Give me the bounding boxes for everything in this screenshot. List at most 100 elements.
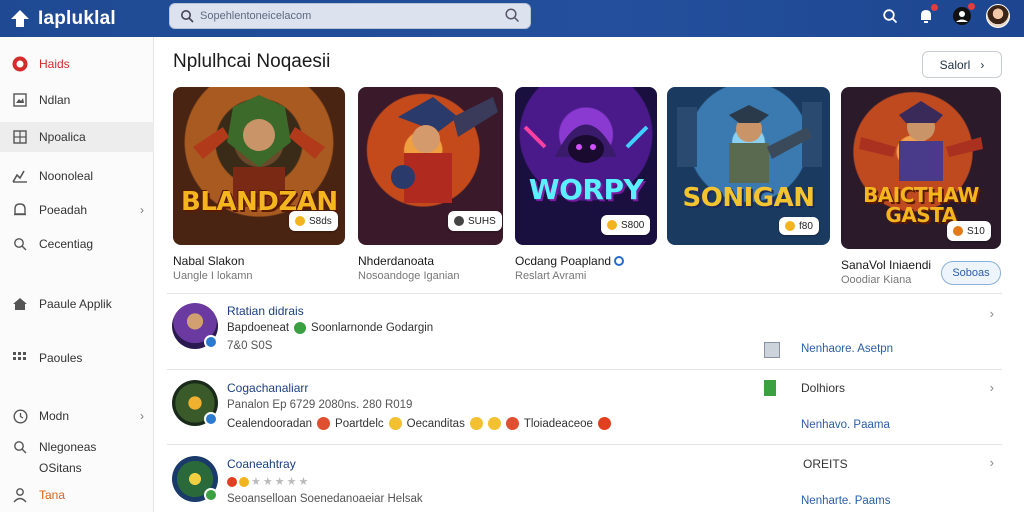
check-badge-icon [204,488,218,502]
game-card[interactable]: SONIGAN f80 [667,87,830,245]
chevron-right-icon[interactable]: › [990,380,994,395]
item-status: OREITS [803,457,848,471]
rating-badge-icon [239,476,249,487]
game-thumbnail[interactable]: BAICTHAW GASTA S10 [841,87,1001,249]
sidebar-item-paoules[interactable]: Paoules [0,343,154,373]
grid-icon [11,128,29,146]
item-link[interactable]: Nenhaore. Asetpn [801,343,893,355]
item-meta-line: Bapdoeneat Soonlarnonde Godargin [227,322,433,334]
chevron-right-icon[interactable]: › [990,306,994,321]
notification-dot [931,4,938,11]
card-subtitle: Uangle I lokamn [173,270,253,282]
price-tag-icon [295,216,305,226]
item-meta-line: Seoanselloan Soenedanoaeiar Helsak [227,493,423,505]
item-link[interactable]: Nenhavo. Paama [801,419,890,431]
sidebar-item-modn[interactable]: Modn › [0,401,154,431]
price-chip[interactable]: f80 [779,217,819,235]
search-bar[interactable] [169,3,531,29]
main-content: Nplulhcai Noqaesii Salorl › BLANDZAN S8d… [155,37,1024,512]
game-thumbnail[interactable]: SONIGAN f80 [667,87,830,245]
chevron-right-icon: › [140,203,144,217]
dots-grid-icon [11,349,29,367]
item-title[interactable]: Cogachanaliarr [227,381,308,395]
list-item[interactable]: Coaneahtray ★ ★ ★ ★ ★ Seoanselloan Soene… [167,444,1002,519]
emoji-icon [597,417,611,430]
sidebar-item-label: Ndlan [39,93,71,107]
price-label: SUHS [468,215,496,227]
user-avatar[interactable] [986,4,1010,28]
person-icon [11,486,29,504]
item-meta-text: Poartdelc [335,417,384,430]
sidebar-item-ndlan[interactable]: Ndlan [0,85,154,115]
game-thumbnail[interactable]: WORPY S800 [515,87,657,245]
game-card[interactable]: BLANDZAN S8ds Nabal Slakon Uangle I loka… [173,87,345,282]
list-item[interactable]: Cogachanaliarr Panalon Ep 6729 2080ns. 2… [167,369,1002,444]
see-more-button[interactable]: Salorl › [922,51,1002,78]
chart-icon [11,167,29,185]
sidebar-item-label: OSitans [39,461,82,475]
sidebar-item-tana[interactable]: Tana [0,480,154,510]
search-submit-icon[interactable] [504,7,522,25]
star-icon: ★ [262,476,273,488]
emoji-icon [317,417,331,430]
notification-icon[interactable] [914,4,938,28]
item-link[interactable]: Nenharte. Paams [801,495,891,507]
card-action-button[interactable]: Soboas [941,261,1001,285]
app-logo[interactable]: Iapluklal [8,7,158,31]
price-label: f80 [799,220,813,232]
item-meta-text: Soonlarnonde Godargin [311,322,434,334]
item-title[interactable]: Coaneahtray [227,457,296,471]
price-chip[interactable]: S800 [601,215,651,235]
card-name: Nabal Slakon [173,254,245,268]
sidebar-item-haids[interactable]: Haids [0,49,154,79]
game-art-title: BAICTHAW GASTA [863,183,979,227]
card-subtitle: Ooodiar Kiana [841,274,912,286]
check-badge-icon [204,412,218,426]
search-input[interactable] [200,10,490,22]
game-thumbnail[interactable]: SUHS [358,87,503,245]
circle-badge-icon [11,55,29,73]
qr-code-icon[interactable] [764,342,780,358]
card-action-label: Soboas [952,267,990,279]
card-name: Nhderdanoata [358,254,435,268]
price-tag-icon [953,226,963,236]
card-subtitle: Nosoandoge Iganian [358,270,460,282]
image-icon [11,91,29,109]
home-icon [11,295,29,313]
sidebar-item-noonoleal[interactable]: Noonoleal [0,161,154,191]
chevron-right-icon[interactable]: › [990,455,994,470]
game-thumbnail[interactable]: BLANDZAN S8ds [173,87,345,245]
price-chip[interactable]: S10 [947,221,991,241]
item-stat-line: 7&0 S0S [227,340,273,352]
card-subtitle: Reslart Avrami [515,270,587,282]
see-more-label: Salorl [939,57,971,72]
star-icon: ★ [286,476,297,488]
sidebar-item-label: Noonoleal [39,169,94,183]
game-card[interactable]: WORPY S800 Ocdang Poapland Reslart Avram… [515,87,657,282]
sidebar-item-ositans[interactable]: OSitans [0,453,154,483]
sidebar-item-cecentiag[interactable]: Cecentiag [0,229,154,259]
price-chip[interactable]: SUHS [448,211,502,231]
sidebar-item-paaule-applik[interactable]: Paaule Applik [0,289,154,319]
game-card[interactable]: SUHS Nhderdanoata Nosoandoge Iganian [358,87,503,282]
sidebar-item-poeadah[interactable]: Poeadah › [0,195,154,225]
status-flag-icon [764,380,776,396]
price-chip[interactable]: S8ds [289,211,338,231]
game-card[interactable]: BAICTHAW GASTA S10 SanaVol Iniaendi Oood… [841,87,1001,286]
sidebar-item-npoalica[interactable]: Npoalica [0,122,154,152]
price-label: S800 [621,219,645,231]
game-art-title: SONIGAN [682,183,815,213]
check-badge-icon [204,335,218,349]
star-icon: ★ [274,476,285,488]
sidebar-item-label: Cecentiag [39,237,94,251]
card-name-text: Ocdang Poapland [515,254,612,268]
account-circle-icon[interactable] [950,3,975,28]
list-item[interactable]: Rtatian didrais Bapdoeneat Soonlarnonde … [167,293,1002,368]
price-tag-icon [607,220,617,230]
price-tag-icon [785,221,795,231]
search-icon[interactable] [878,4,902,28]
item-title[interactable]: Rtatian didrais [227,304,304,318]
item-meta-text: Oecanditas [406,417,465,430]
arrow-up-logo-icon [8,7,32,31]
app-title: Iapluklal [38,7,116,29]
